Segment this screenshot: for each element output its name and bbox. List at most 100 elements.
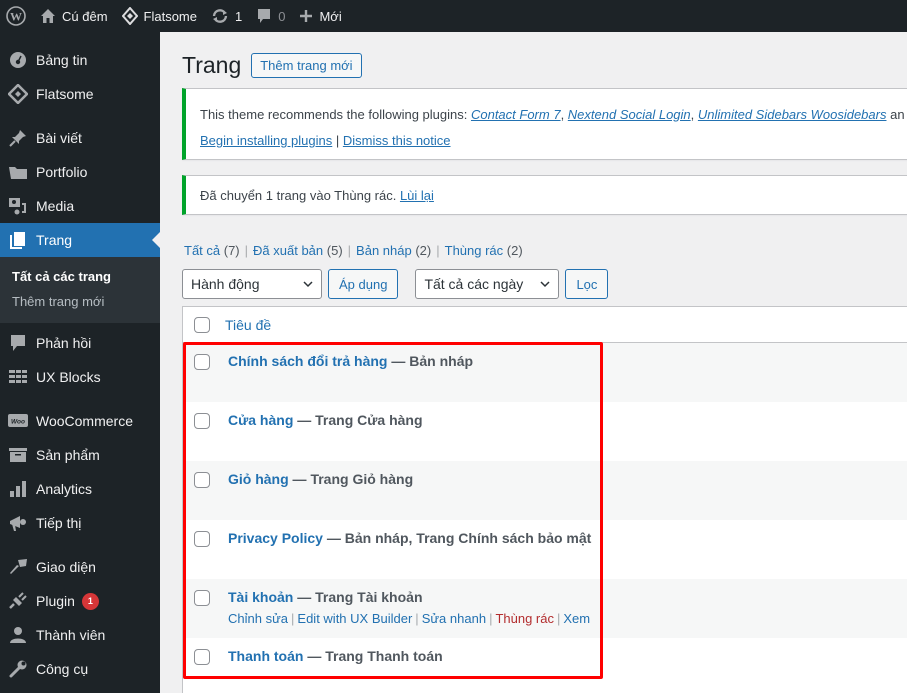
row-checkbox[interactable]: [194, 354, 210, 370]
plugin-icon: [8, 591, 28, 611]
page-title: Trang: [182, 52, 242, 78]
page-title-link[interactable]: Cửa hàng: [228, 412, 293, 428]
sidebar-item-tools[interactable]: Công cụ: [0, 652, 160, 686]
sidebar-item-analytics[interactable]: Analytics: [0, 472, 160, 506]
sidebar-item-plugins[interactable]: Plugin 1: [0, 584, 160, 618]
home-icon: [41, 9, 55, 23]
sidebar-item-ux-blocks[interactable]: UX Blocks: [0, 360, 160, 394]
blocks-icon: [8, 367, 28, 387]
sidebar-item-pages[interactable]: Trang: [0, 223, 160, 257]
pin-icon: [8, 128, 28, 148]
chart-icon: [8, 479, 28, 499]
sidebar-item-label: Công cụ: [36, 661, 89, 677]
updates-menu[interactable]: 1: [204, 0, 249, 32]
plugin-link-nextend-social-login[interactable]: Nextend Social Login: [568, 107, 691, 122]
main-content: Trang Thêm trang mới This theme recommen…: [160, 32, 907, 693]
sidebar-item-posts[interactable]: Bài viết: [0, 121, 160, 155]
flatsome-menu[interactable]: Flatsome: [115, 0, 204, 32]
sidebar-item-label: Bảng tin: [36, 52, 88, 68]
user-icon: [8, 625, 28, 645]
trash-message: Đã chuyển 1 trang vào Thùng rác.: [200, 188, 400, 203]
apply-button[interactable]: Áp dụng: [328, 269, 399, 299]
sidebar-item-dashboard[interactable]: Bảng tin: [0, 43, 160, 77]
bulk-action-select[interactable]: Hành động: [182, 269, 322, 299]
filter-drafts[interactable]: Bản nháp (2): [356, 243, 431, 258]
sidebar-item-comments[interactable]: Phản hồi: [0, 326, 160, 360]
site-name-menu[interactable]: Cú đêm: [33, 0, 115, 32]
sidebar-item-users[interactable]: Thành viên: [0, 618, 160, 652]
sidebar-item-media[interactable]: Media: [0, 189, 160, 223]
table-row: Tài khoản — Trang Tài khoản Chỉnh sửa | Ed…: [183, 579, 907, 638]
submenu-add-new-page[interactable]: Thêm trang mới: [0, 289, 160, 314]
comment-icon: [258, 9, 271, 23]
dismiss-notice-link[interactable]: Dismiss this notice: [343, 133, 451, 148]
page-title-link[interactable]: Chính sách đổi trả hàng: [228, 353, 387, 369]
date-filter-select[interactable]: Tất cả các ngày: [415, 269, 560, 299]
sidebar-item-flatsome[interactable]: Flatsome: [0, 77, 160, 111]
sidebar-item-label: Sản phẩm: [36, 447, 100, 463]
plugin-link-contact-form-7[interactable]: Contact Form 7: [471, 107, 561, 122]
add-new-page-button[interactable]: Thêm trang mới: [251, 53, 362, 78]
select-all-checkbox[interactable]: [194, 316, 210, 333]
row-actions: Chỉnh sửa | Edit with UX Builder | Sửa nhanh…: [228, 611, 591, 626]
table-row: Cửa hàng — Trang Cửa hàng: [183, 402, 907, 461]
sidebar-item-marketing[interactable]: Tiếp thị: [0, 506, 160, 540]
trash-link[interactable]: Thùng rác: [495, 611, 554, 626]
archive-icon: [8, 445, 28, 465]
brush-icon: [8, 557, 28, 577]
sidebar-item-label: Media: [36, 198, 75, 214]
chevron-down-icon: [303, 281, 313, 288]
row-checkbox[interactable]: [194, 649, 210, 665]
sidebar-item-label: Plugin: [36, 593, 75, 609]
sidebar-item-woocommerce[interactable]: Woo WooCommerce: [0, 404, 160, 438]
wp-logo-menu[interactable]: W: [0, 0, 33, 32]
page-title-link[interactable]: Giỏ hàng: [228, 471, 289, 487]
view-link[interactable]: Xem: [563, 611, 590, 626]
page-title-link[interactable]: Privacy Policy: [228, 530, 323, 546]
new-content-menu[interactable]: Mới: [292, 0, 348, 32]
sidebar-item-label: WooCommerce: [36, 413, 133, 429]
pages-table: Tiêu đề Chính sách đổi trả hàng — Bản nh…: [182, 306, 907, 693]
filter-all[interactable]: Tất cả (7): [184, 243, 240, 258]
row-checkbox[interactable]: [194, 531, 210, 547]
sidebar-item-products[interactable]: Sản phẩm: [0, 438, 160, 472]
page-title-link[interactable]: Thanh toán: [228, 648, 303, 664]
sidebar-item-label: UX Blocks: [36, 369, 101, 385]
edit-link[interactable]: Chỉnh sửa: [228, 611, 288, 626]
quick-edit-link[interactable]: Sửa nhanh: [422, 611, 486, 626]
undo-link[interactable]: Lùi lại: [400, 188, 434, 203]
media-icon: [8, 196, 28, 216]
sidebar-item-label: Trang: [36, 232, 73, 248]
submenu-all-pages[interactable]: Tất cả các trang: [0, 264, 160, 289]
plugin-update-badge: 1: [81, 592, 99, 610]
plugin-link-unlimited-sidebars[interactable]: Unlimited Sidebars Woosidebars: [698, 107, 887, 122]
filter-trash[interactable]: Thùng rác (2): [445, 243, 523, 258]
updates-count: 1: [235, 8, 243, 24]
edit-ux-builder-link[interactable]: Edit with UX Builder: [297, 611, 412, 626]
updates-icon: [212, 9, 228, 23]
svg-text:W: W: [10, 10, 22, 24]
notice-trailing: an: [886, 107, 905, 122]
site-name: Cú đêm: [62, 8, 108, 24]
row-checkbox[interactable]: [194, 472, 210, 488]
table-row: Chính sách đổi trả hàng — Bản nháp: [183, 343, 907, 402]
new-label: Mới: [319, 8, 342, 24]
sidebar-item-portfolio[interactable]: Portfolio: [0, 155, 160, 189]
sort-by-title[interactable]: Tiêu đề: [225, 317, 271, 333]
admin-bar: W Cú đêm Flatsome 1 0 Mới: [0, 0, 907, 32]
filter-button[interactable]: Lọc: [565, 269, 609, 299]
folder-icon: [8, 162, 28, 182]
trash-notice: Đã chuyển 1 trang vào Thùng rác. Lùi lại: [182, 175, 907, 215]
begin-installing-plugins-link[interactable]: Begin installing plugins: [200, 133, 332, 148]
sidebar-item-label: Giao diện: [36, 559, 96, 575]
comments-menu[interactable]: 0: [249, 0, 292, 32]
page-title-link[interactable]: Tài khoản: [228, 589, 293, 605]
row-checkbox[interactable]: [194, 413, 210, 429]
sidebar-item-label: Thành viên: [36, 627, 106, 643]
row-checkbox[interactable]: [194, 590, 210, 606]
woo-icon: Woo: [8, 411, 28, 431]
sidebar-item-appearance[interactable]: Giao diện: [0, 550, 160, 584]
dashboard-icon: [8, 50, 28, 70]
filter-published[interactable]: Đã xuất bản (5): [253, 243, 343, 258]
pages-icon: [8, 230, 28, 250]
